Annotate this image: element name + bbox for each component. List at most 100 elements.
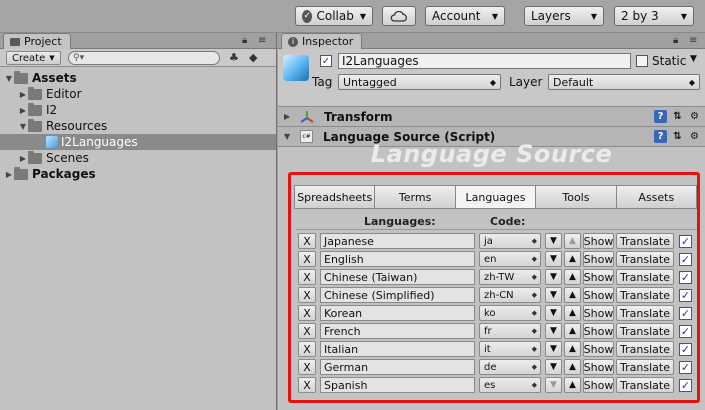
translate-language-button[interactable]: Translate: [616, 251, 674, 267]
tab-tools[interactable]: Tools: [536, 186, 617, 208]
language-enabled-checkbox[interactable]: ✓: [679, 289, 692, 302]
active-checkbox[interactable]: ✓: [320, 55, 332, 67]
move-down-button[interactable]: ▼: [545, 377, 562, 393]
filter-by-type-icon[interactable]: ♣: [229, 51, 239, 64]
move-up-button[interactable]: ▲: [564, 323, 581, 339]
language-name-field[interactable]: Chinese (Simplified): [320, 287, 475, 303]
object-name-field[interactable]: I2Languages: [338, 53, 631, 69]
collab-button[interactable]: ✓ Collab ▼: [295, 6, 373, 26]
transform-component-header[interactable]: ▶ Transform ? ⇅ ⚙: [278, 107, 705, 127]
filter-by-label-icon[interactable]: ◆: [249, 51, 257, 64]
show-language-button[interactable]: Show: [583, 233, 614, 249]
translate-language-button[interactable]: Translate: [616, 287, 674, 303]
language-name-field[interactable]: Spanish: [320, 377, 475, 393]
lock-icon[interactable]: 🔒︎: [242, 35, 247, 46]
show-language-button[interactable]: Show: [583, 251, 614, 267]
remove-language-button[interactable]: X: [298, 359, 316, 375]
show-language-button[interactable]: Show: [583, 287, 614, 303]
language-code-dropdown[interactable]: zh-TW ◆: [479, 269, 541, 285]
language-name-field[interactable]: German: [320, 359, 475, 375]
language-code-dropdown[interactable]: de ◆: [479, 359, 541, 375]
language-enabled-checkbox[interactable]: ✓: [679, 361, 692, 374]
tag-dropdown[interactable]: Untagged ◆: [338, 74, 501, 90]
translate-language-button[interactable]: Translate: [616, 377, 674, 393]
tree-item-assets[interactable]: ▼ Assets: [0, 70, 276, 86]
lock-icon[interactable]: 🔒︎: [673, 35, 678, 46]
move-down-button[interactable]: ▼: [545, 269, 562, 285]
show-language-button[interactable]: Show: [583, 341, 614, 357]
move-down-button[interactable]: ▼: [545, 341, 562, 357]
tab-project[interactable]: Project: [3, 33, 71, 49]
tab-terms[interactable]: Terms: [375, 186, 456, 208]
translate-language-button[interactable]: Translate: [616, 341, 674, 357]
remove-language-button[interactable]: X: [298, 341, 316, 357]
move-up-button[interactable]: ▲: [564, 305, 581, 321]
remove-language-button[interactable]: X: [298, 305, 316, 321]
move-up-button[interactable]: ▲: [564, 359, 581, 375]
preset-icon[interactable]: ⇅: [671, 110, 684, 123]
static-dropdown-icon[interactable]: ▼: [690, 54, 697, 64]
tree-item-scenes[interactable]: ▶ Scenes: [0, 150, 276, 166]
tab-languages[interactable]: Languages: [455, 186, 537, 208]
translate-language-button[interactable]: Translate: [616, 269, 674, 285]
move-down-button[interactable]: ▼: [545, 251, 562, 267]
language-enabled-checkbox[interactable]: ✓: [679, 343, 692, 356]
tree-item-packages[interactable]: ▶ Packages: [0, 166, 276, 182]
tab-inspector[interactable]: i Inspector: [281, 33, 363, 49]
language-code-dropdown[interactable]: ko ◆: [479, 305, 541, 321]
move-up-button[interactable]: ▲: [564, 269, 581, 285]
layer-dropdown[interactable]: Default ◆: [548, 74, 700, 90]
language-code-dropdown[interactable]: it ◆: [479, 341, 541, 357]
translate-language-button[interactable]: Translate: [616, 233, 674, 249]
create-button[interactable]: Create ▼: [6, 51, 61, 65]
language-name-field[interactable]: Italian: [320, 341, 475, 357]
language-code-dropdown[interactable]: zh-CN ◆: [479, 287, 541, 303]
remove-language-button[interactable]: X: [298, 377, 316, 393]
language-enabled-checkbox[interactable]: ✓: [679, 379, 692, 392]
language-name-field[interactable]: French: [320, 323, 475, 339]
tree-item-i2languages[interactable]: I2Languages: [0, 134, 276, 150]
language-code-dropdown[interactable]: fr ◆: [479, 323, 541, 339]
translate-language-button[interactable]: Translate: [616, 359, 674, 375]
tab-spreadsheets[interactable]: Spreadsheets: [295, 186, 376, 208]
language-enabled-checkbox[interactable]: ✓: [679, 271, 692, 284]
translate-language-button[interactable]: Translate: [616, 323, 674, 339]
remove-language-button[interactable]: X: [298, 323, 316, 339]
language-enabled-checkbox[interactable]: ✓: [679, 307, 692, 320]
language-name-field[interactable]: English: [320, 251, 475, 267]
translate-language-button[interactable]: Translate: [616, 305, 674, 321]
move-down-button[interactable]: ▼: [545, 287, 562, 303]
language-enabled-checkbox[interactable]: ✓: [679, 235, 692, 248]
language-code-dropdown[interactable]: ja ◆: [479, 233, 541, 249]
search-input[interactable]: ⚲▾: [68, 51, 220, 65]
language-enabled-checkbox[interactable]: ✓: [679, 253, 692, 266]
show-language-button[interactable]: Show: [583, 377, 614, 393]
panel-menu-icon[interactable]: ≡: [258, 35, 266, 46]
language-code-dropdown[interactable]: en ◆: [479, 251, 541, 267]
show-language-button[interactable]: Show: [583, 359, 614, 375]
move-down-button[interactable]: ▼: [545, 305, 562, 321]
layout-dropdown[interactable]: 2 by 3 ▼: [614, 6, 694, 26]
language-name-field[interactable]: Chinese (Taiwan): [320, 269, 475, 285]
remove-language-button[interactable]: X: [298, 269, 316, 285]
show-language-button[interactable]: Show: [583, 305, 614, 321]
account-button[interactable]: Account ▼: [425, 6, 505, 26]
tree-item-i2[interactable]: ▶ I2: [0, 102, 276, 118]
move-up-button[interactable]: ▲: [564, 251, 581, 267]
help-icon[interactable]: ?: [654, 110, 667, 123]
move-up-button[interactable]: ▲: [564, 287, 581, 303]
language-name-field[interactable]: Korean: [320, 305, 475, 321]
cloud-button[interactable]: [382, 6, 416, 26]
move-up-button[interactable]: ▲: [564, 233, 581, 249]
tab-assets[interactable]: Assets: [616, 186, 697, 208]
gear-icon[interactable]: ⚙: [688, 110, 701, 123]
move-up-button[interactable]: ▲: [564, 341, 581, 357]
language-code-dropdown[interactable]: es ◆: [479, 377, 541, 393]
remove-language-button[interactable]: X: [298, 251, 316, 267]
language-enabled-checkbox[interactable]: ✓: [679, 325, 692, 338]
tree-item-editor[interactable]: ▶ Editor: [0, 86, 276, 102]
static-checkbox[interactable]: [636, 55, 648, 67]
show-language-button[interactable]: Show: [583, 323, 614, 339]
layers-dropdown[interactable]: Layers ▼: [524, 6, 604, 26]
language-name-field[interactable]: Japanese: [320, 233, 475, 249]
